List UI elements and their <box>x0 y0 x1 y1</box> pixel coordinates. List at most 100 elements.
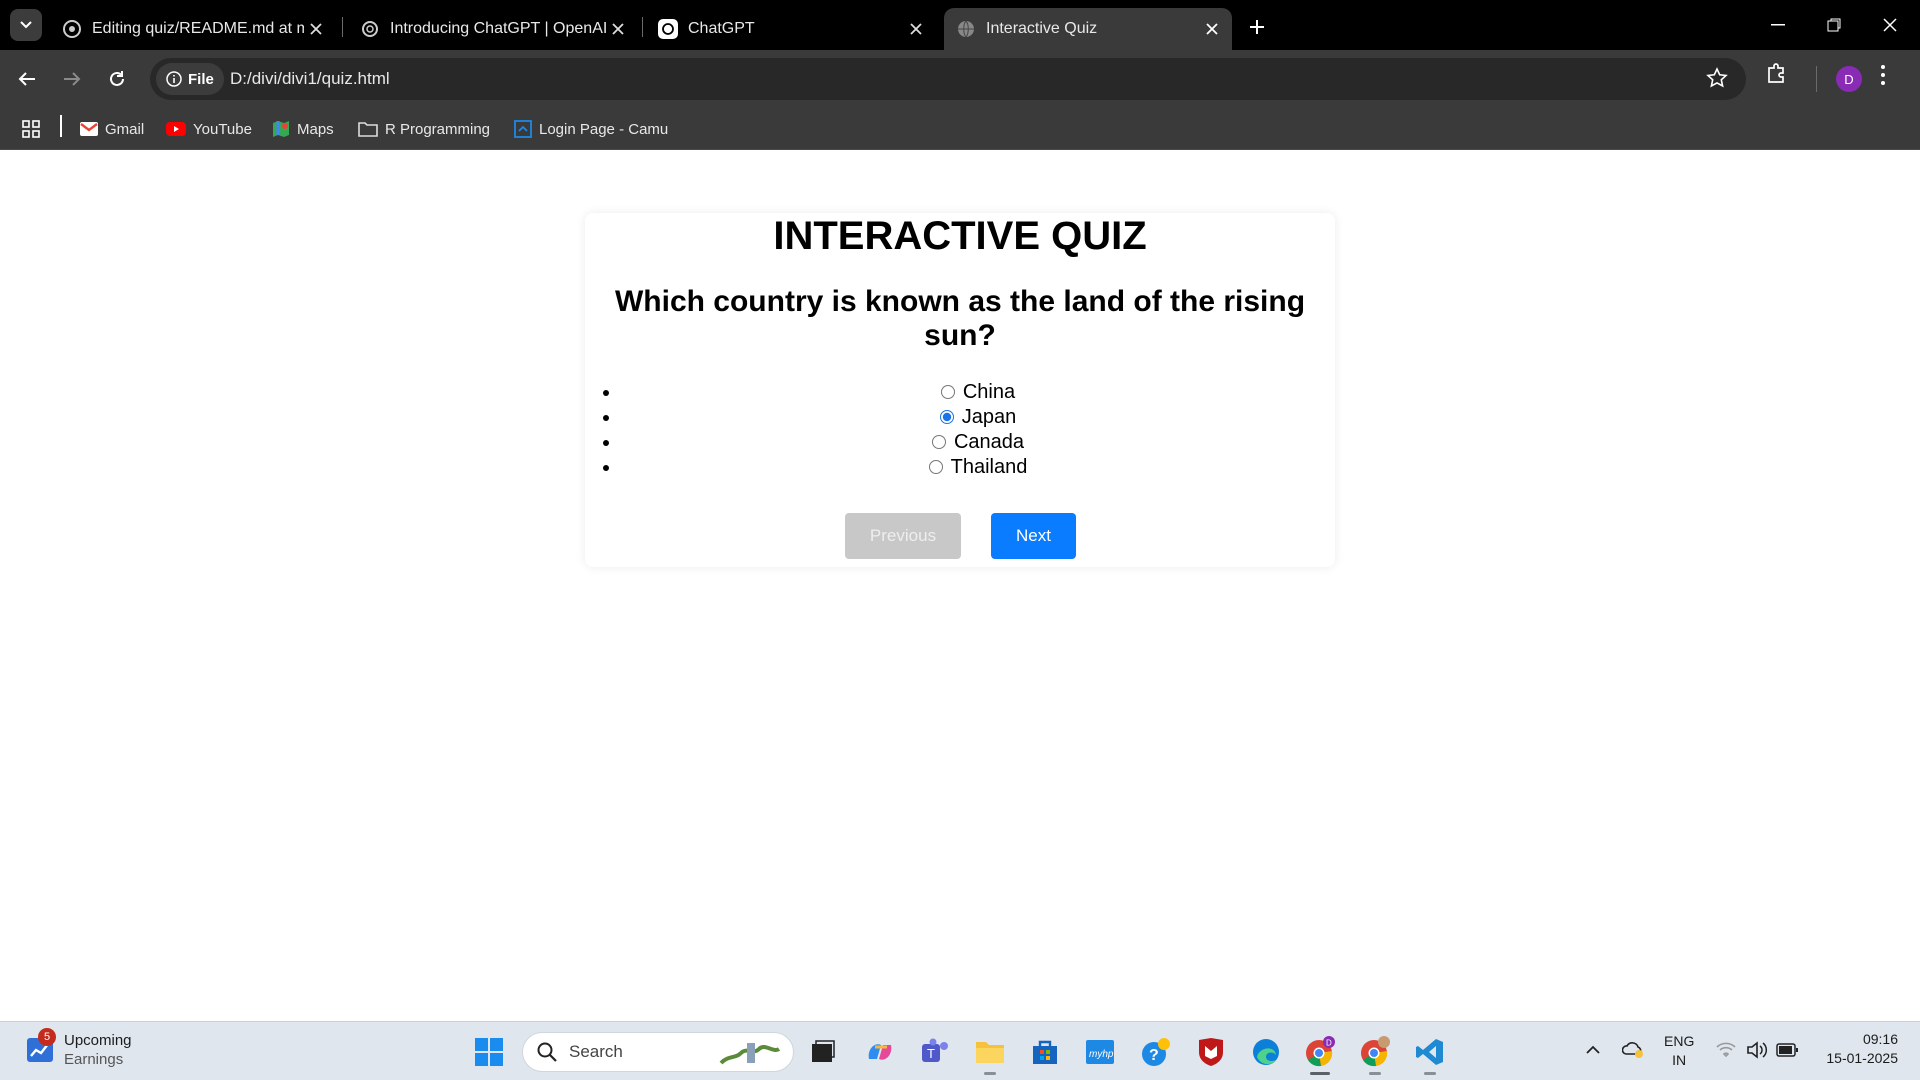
language-top: ENG <box>1664 1033 1695 1049</box>
bookmark-label: Maps <box>297 120 334 138</box>
restore-icon <box>1827 18 1841 32</box>
close-icon[interactable] <box>904 17 928 41</box>
taskbar-myhp[interactable]: myhp <box>1082 1034 1118 1070</box>
apps-grid-icon <box>22 120 40 138</box>
tab-title: Editing quiz/README.md at ma <box>92 20 304 37</box>
taskbar-vscode[interactable] <box>1412 1034 1448 1070</box>
site-info-label: File <box>188 70 214 88</box>
close-icon <box>1883 18 1897 32</box>
bookmark-star-icon[interactable] <box>1706 67 1728 89</box>
restore-button[interactable] <box>1812 8 1856 42</box>
forward-button[interactable] <box>55 62 89 96</box>
widget-text: Upcoming Earnings <box>64 1031 132 1069</box>
tab-interactive-quiz[interactable]: Interactive Quiz <box>944 8 1232 50</box>
bookmark-label: YouTube <box>193 120 252 138</box>
volume-icon[interactable] <box>1746 1040 1768 1060</box>
tab-github[interactable]: Editing quiz/README.md at ma <box>50 8 336 50</box>
close-icon[interactable] <box>1200 17 1224 41</box>
back-button[interactable] <box>10 62 44 96</box>
taskbar-file-explorer[interactable] <box>972 1034 1008 1070</box>
task-view-icon <box>812 1040 835 1062</box>
widget-subtitle: Earnings <box>64 1051 124 1068</box>
bookmark-r-programming[interactable]: R Programming <box>358 116 490 142</box>
tab-title: Interactive Quiz <box>986 20 1098 37</box>
answer-label[interactable]: Canada <box>954 431 1024 453</box>
running-indicator <box>1424 1072 1436 1075</box>
widget-title: Upcoming <box>64 1032 132 1049</box>
bookmark-gmail[interactable]: Gmail <box>80 116 144 142</box>
address-bar[interactable]: File D:/divi/divi1/quiz.html <box>150 58 1746 100</box>
svg-text:D: D <box>1326 1039 1332 1048</box>
taskbar-copilot[interactable] <box>862 1034 898 1070</box>
answer-radio[interactable] <box>940 385 955 399</box>
language-indicator[interactable]: ENG IN <box>1664 1032 1694 1070</box>
taskbar-mcafee[interactable] <box>1193 1034 1229 1070</box>
taskbar-teams[interactable]: T <box>917 1034 953 1070</box>
start-button[interactable] <box>471 1034 507 1070</box>
chevron-up-icon[interactable] <box>1586 1044 1600 1054</box>
answer-label[interactable]: Japan <box>962 406 1017 428</box>
site-info-chip[interactable]: File <box>156 63 224 95</box>
answer-option[interactable]: Canada <box>621 430 1335 455</box>
more-menu-icon[interactable] <box>1880 64 1886 86</box>
running-indicator <box>1369 1072 1381 1075</box>
bookmark-youtube[interactable]: YouTube <box>166 116 252 142</box>
help-icon: ? <box>1142 1038 1170 1066</box>
battery-icon[interactable] <box>1776 1043 1798 1057</box>
bookmark-camu[interactable]: Login Page - Camu <box>514 116 668 142</box>
notification-badge: 5 <box>38 1028 56 1046</box>
tab-openai[interactable]: Introducing ChatGPT | OpenAI <box>348 8 638 50</box>
extensions-icon[interactable] <box>1766 62 1788 84</box>
minimize-icon <box>1771 24 1785 26</box>
next-button[interactable]: Next <box>991 513 1076 559</box>
language-bottom: IN <box>1672 1052 1687 1068</box>
camu-icon <box>514 120 532 138</box>
onedrive-icon[interactable] <box>1622 1040 1644 1060</box>
arrow-left-icon <box>18 72 35 86</box>
taskbar-get-help[interactable]: ? <box>1138 1034 1174 1070</box>
taskbar-chrome-profile[interactable]: D <box>1302 1034 1338 1070</box>
search-icon <box>537 1042 557 1062</box>
answer-label[interactable]: China <box>963 381 1015 403</box>
apps-button[interactable] <box>22 116 40 142</box>
answer-radio[interactable] <box>928 460 943 474</box>
previous-button[interactable]: Previous <box>845 513 961 559</box>
reload-button[interactable] <box>100 62 134 96</box>
answer-radio[interactable] <box>931 435 946 449</box>
svg-text:T: T <box>927 1046 935 1061</box>
tab-search-button[interactable] <box>10 9 42 41</box>
answer-option[interactable]: Japan <box>621 405 1335 430</box>
tab-chatgpt[interactable]: ChatGPT <box>646 8 936 50</box>
store-icon <box>1033 1040 1057 1064</box>
wifi-icon[interactable] <box>1716 1042 1736 1058</box>
reload-icon <box>110 71 124 86</box>
tab-strip: Editing quiz/README.md at ma Introducing… <box>0 0 1920 50</box>
taskbar-store[interactable] <box>1027 1034 1063 1070</box>
taskbar-edge[interactable] <box>1248 1034 1284 1070</box>
bookmark-maps[interactable]: Maps <box>272 116 334 142</box>
close-window-button[interactable] <box>1868 8 1912 42</box>
close-icon[interactable] <box>606 17 630 41</box>
chevron-down-icon <box>20 21 32 29</box>
browser-toolbar: File D:/divi/divi1/quiz.html D <box>0 50 1920 108</box>
answer-label[interactable]: Thailand <box>951 456 1028 478</box>
taskbar-task-view[interactable] <box>805 1034 841 1070</box>
copilot-icon <box>868 1044 892 1060</box>
taskbar-chrome[interactable] <box>1357 1034 1393 1070</box>
close-icon[interactable] <box>304 17 328 41</box>
taskbar-search[interactable]: Search <box>522 1032 794 1072</box>
page-viewport: INTERACTIVE QUIZ Which country is known … <box>0 151 1920 1021</box>
active-indicator <box>1310 1072 1330 1075</box>
clock[interactable]: 09:16 15-01-2025 <box>1818 1030 1898 1068</box>
svg-text:myhp: myhp <box>1089 1049 1114 1060</box>
openai-icon <box>360 19 380 39</box>
answer-option[interactable]: China <box>621 380 1335 405</box>
minimize-button[interactable] <box>1756 8 1800 42</box>
new-tab-button[interactable] <box>1242 12 1272 42</box>
answer-radio[interactable] <box>939 410 954 424</box>
search-highlight-icon <box>719 1043 781 1065</box>
profile-avatar[interactable]: D <box>1836 66 1862 92</box>
url-text[interactable]: D:/divi/divi1/quiz.html <box>230 69 390 89</box>
toolbar-separator <box>1816 66 1817 92</box>
answer-option[interactable]: Thailand <box>621 455 1335 480</box>
